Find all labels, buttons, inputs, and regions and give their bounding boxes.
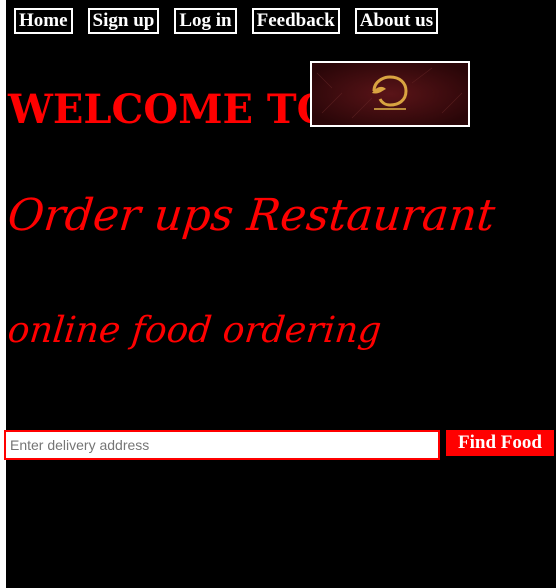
page-edge [0,0,6,588]
restaurant-name: Order ups Restaurant [5,190,498,241]
restaurant-logo-icon [312,63,468,125]
top-nav: Home Sign up Log in Feedback About us [14,8,439,34]
nav-login-button[interactable]: Log in [174,8,237,34]
restaurant-logo-image [310,61,470,127]
delivery-address-input[interactable] [4,430,440,460]
find-food-button[interactable]: Find Food [446,430,554,456]
nav-home-button[interactable]: Home [14,8,73,34]
tagline: online food ordering [5,310,384,351]
nav-about-button[interactable]: About us [354,8,439,34]
welcome-heading: WELCOME TO [8,86,332,133]
nav-feedback-button[interactable]: Feedback [251,8,340,34]
nav-signup-button[interactable]: Sign up [87,8,160,34]
